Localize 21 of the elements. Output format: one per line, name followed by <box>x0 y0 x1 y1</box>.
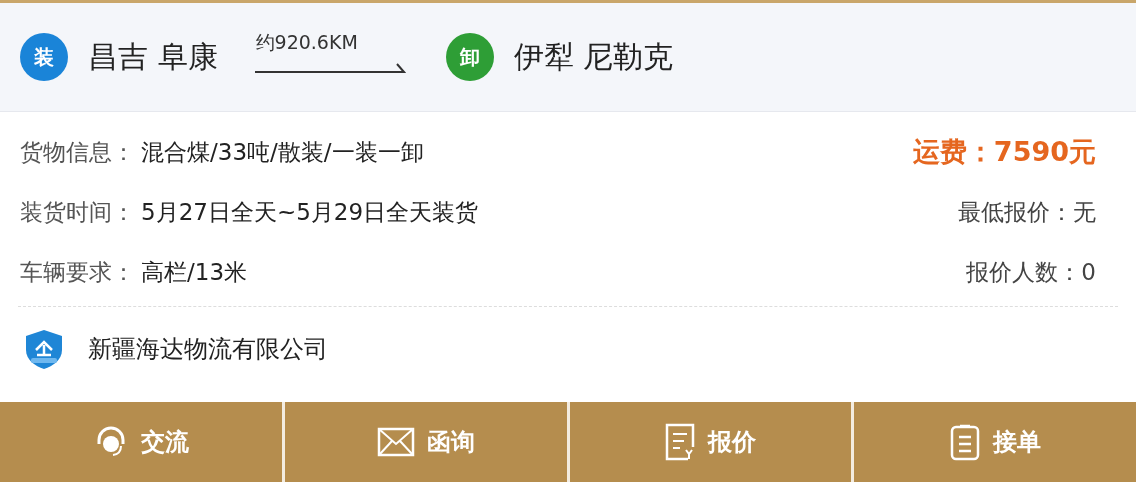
destination-place: 伊犁 尼勒克 <box>513 37 674 76</box>
mail-icon <box>376 427 415 457</box>
unload-badge: 卸 <box>445 33 494 81</box>
distance-label: 约920.6KM <box>255 30 359 55</box>
detail-value: 高栏/13米 <box>141 257 247 287</box>
detail-value: 5月27日全天~5月29日全天装货 <box>141 197 479 227</box>
quote-document-icon <box>664 423 697 461</box>
load-badge: 装 <box>20 33 68 81</box>
detail-label: 车辆要求： <box>20 257 135 287</box>
price-value: 0 <box>1081 259 1096 285</box>
clipboard-icon <box>949 423 982 461</box>
detail-value: 混合煤/33吨/散装/一装一卸 <box>141 137 424 167</box>
origin-place: 昌吉 阜康 <box>88 37 218 76</box>
detail-label: 货物信息： <box>20 137 135 167</box>
price-label: 最低报价： <box>958 197 1073 227</box>
price-value: 7590元 <box>993 135 1096 169</box>
price-value: 无 <box>1073 197 1096 227</box>
price-label: 报价人数： <box>966 257 1082 287</box>
price-label: 运费： <box>912 135 994 169</box>
detail-label: 装货时间： <box>20 197 135 227</box>
company-name: 新疆海达物流有限公司 <box>88 334 328 365</box>
